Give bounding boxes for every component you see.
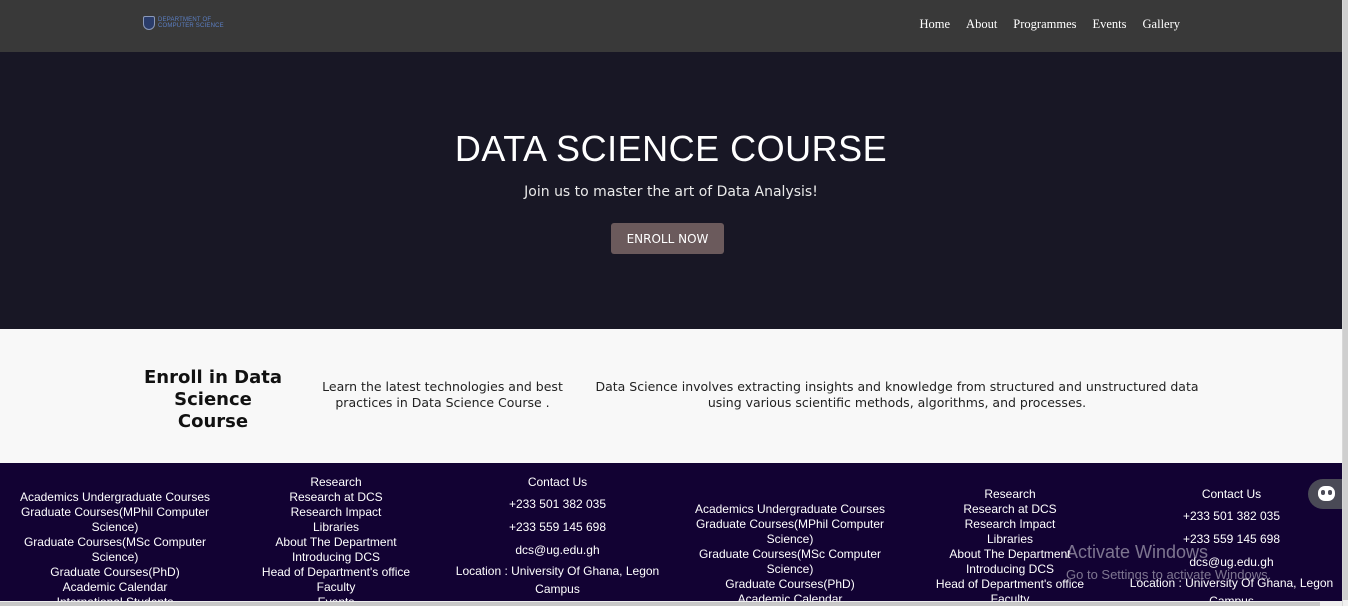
footer-link-research[interactable]: Research (920, 487, 1100, 502)
activate-windows-subtitle: Go to Settings to activate Windows. (1066, 567, 1272, 582)
footer-link-mphil[interactable]: Graduate Courses(MPhil Computer Science) (10, 505, 220, 535)
footer-contact-column: Contact Us +233 501 382 035 +233 559 145… (450, 471, 665, 606)
nav-events-link[interactable]: Events (1092, 17, 1126, 32)
footer-link-introducing-dcs[interactable]: Introducing DCS (246, 550, 426, 565)
footer-link-msc[interactable]: Graduate Courses(MSc Computer Science) (10, 535, 220, 565)
footer-link-phd[interactable]: Graduate Courses(PhD) (10, 565, 220, 580)
contact-email[interactable]: dcs@ug.edu.gh (450, 539, 665, 562)
vertical-scrollbar-thumb[interactable] (1343, 0, 1348, 600)
nav-about-link[interactable]: About (966, 17, 997, 32)
footer-academics-column-2: Academics Undergraduate Courses Graduate… (685, 502, 895, 606)
contact-title: Contact Us (527, 475, 588, 489)
activate-windows-title: Activate Windows (1066, 542, 1209, 562)
course-info-section: Enroll in Data Science Course Learn the … (0, 329, 1342, 463)
logo-text: DEPARTMENT OF COMPUTER SCIENCE (158, 17, 224, 29)
footer-link-about-department[interactable]: About The Department (246, 535, 426, 550)
footer-link-libraries[interactable]: Libraries (246, 520, 426, 535)
contact-phone-1: +233 501 382 035 (1182, 509, 1281, 523)
footer-link-research-dcs[interactable]: Research at DCS (920, 502, 1100, 517)
course-info-technologies: Learn the latest technologies and best p… (322, 379, 563, 410)
footer-link-undergraduate[interactable]: Academics Undergraduate Courses (685, 502, 895, 517)
contact-title: Contact Us (1201, 487, 1262, 501)
contact-phone-1: +233 501 382 035 (508, 497, 607, 511)
footer-link-phd[interactable]: Graduate Courses(PhD) (685, 577, 895, 592)
nav-programmes-link[interactable]: Programmes (1013, 17, 1076, 32)
footer-link-calendar[interactable]: Academic Calendar (10, 580, 220, 595)
course-info-description: Data Science involves extracting insight… (595, 379, 1199, 410)
footer-link-research-dcs[interactable]: Research at DCS (246, 490, 426, 505)
hero-title: DATA SCIENCE COURSE (454, 128, 888, 169)
footer-link-hod-office[interactable]: Head of Department's office (246, 565, 426, 580)
footer-academics-column: Academics Undergraduate Courses Graduate… (10, 490, 220, 606)
footer-link-undergraduate[interactable]: Academics Undergraduate Courses (10, 490, 220, 505)
footer: Academics Undergraduate Courses Graduate… (0, 463, 1342, 606)
footer-research-column: Research Research at DCS Research Impact… (246, 475, 426, 606)
nav-links: Home About Programmes Events Gallery (903, 17, 1180, 32)
footer-link-research-impact[interactable]: Research Impact (246, 505, 426, 520)
footer-link-faculty[interactable]: Faculty (246, 580, 426, 595)
horizontal-scrollbar-thumb[interactable] (0, 602, 1320, 606)
top-navbar: DEPARTMENT OF COMPUTER SCIENCE Home About… (0, 0, 1342, 52)
nav-home-link[interactable]: Home (919, 17, 950, 32)
footer-link-research[interactable]: Research (246, 475, 426, 490)
footer-link-mphil[interactable]: Graduate Courses(MPhil Computer Science) (685, 517, 895, 547)
activate-windows-watermark: Activate Windows Go to Settings to activ… (1066, 542, 1271, 582)
enroll-now-button[interactable]: ENROLL NOW (611, 223, 724, 254)
footer-link-msc[interactable]: Graduate Courses(MSc Computer Science) (685, 547, 895, 577)
site-logo[interactable]: DEPARTMENT OF COMPUTER SCIENCE (143, 14, 247, 32)
university-crest-icon (143, 16, 155, 30)
hero-subtitle: Join us to master the art of Data Analys… (524, 184, 818, 200)
hero-section: DATA SCIENCE COURSE Join us to master th… (0, 52, 1342, 329)
footer-link-research-impact[interactable]: Research Impact (920, 517, 1100, 532)
contact-phone-2: +233 559 145 698 (508, 520, 607, 534)
course-info-title: Enroll in Data Science Course (143, 367, 283, 432)
chat-bot-icon (1318, 486, 1335, 501)
contact-location: Location : University Of Ghana, Legon Ca… (455, 564, 660, 596)
nav-gallery-link[interactable]: Gallery (1143, 17, 1180, 32)
